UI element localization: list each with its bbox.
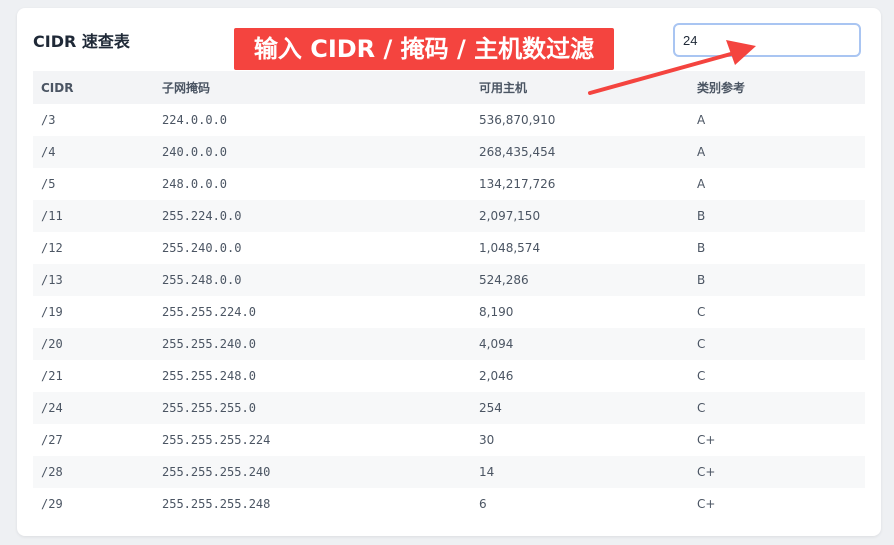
cell-class: A (689, 136, 865, 168)
cell-hosts: 254 (471, 392, 689, 424)
table-row: /21 255.255.248.0 2,046 C (33, 360, 865, 392)
cell-cidr: /5 (41, 177, 56, 191)
cell-hosts: 268,435,454 (471, 136, 689, 168)
header-class: 类别参考 (689, 71, 865, 104)
header-mask: 子网掩码 (154, 71, 471, 104)
cell-class: C+ (697, 433, 716, 447)
table-row: /3 224.0.0.0 536,870,910 A (33, 104, 865, 136)
cell-mask: 255.248.0.0 (154, 264, 471, 296)
table-row: /12 255.240.0.0 1,048,574 B (33, 232, 865, 264)
page-title: CIDR 速查表 (33, 32, 130, 51)
cell-cidr: /4 (33, 136, 154, 168)
table-row: /28 255.255.255.240 14 C+ (33, 456, 865, 488)
cidr-table: CIDR 子网掩码 可用主机 类别参考 /3 224.0.0.0 536,870,9… (33, 71, 865, 520)
cell-class: C (689, 328, 865, 360)
table-row: /4 240.0.0.0 268,435,454 A (33, 136, 865, 168)
cell-cidr: /29 (41, 497, 63, 511)
cell-cidr: /24 (33, 392, 154, 424)
cell-mask: 255.255.255.0 (154, 392, 471, 424)
cell-mask: 255.255.255.248 (162, 497, 271, 511)
cell-mask: 255.255.255.240 (154, 456, 471, 488)
table-body: /3 224.0.0.0 536,870,910 A/4 240.0.0.0 268,43… (33, 104, 865, 520)
cell-hosts: 14 (471, 456, 689, 488)
cell-cidr: /20 (33, 328, 154, 360)
cell-cidr: /21 (41, 369, 63, 383)
cell-class: B (697, 241, 706, 255)
cell-mask: 240.0.0.0 (154, 136, 471, 168)
cell-hosts: 30 (479, 433, 495, 447)
cell-mask: 255.255.255.224 (162, 433, 271, 447)
cell-class: A (697, 177, 706, 191)
cell-cidr: /12 (41, 241, 63, 255)
table-header-row: CIDR 子网掩码 可用主机 类别参考 (33, 71, 865, 104)
cell-class: B (689, 264, 865, 296)
cell-class: C+ (689, 456, 865, 488)
cell-hosts: 2,097,150 (471, 200, 689, 232)
cell-mask: 255.255.248.0 (162, 369, 256, 383)
cell-hosts: 134,217,726 (479, 177, 556, 191)
cell-class: C+ (697, 497, 716, 511)
header-cidr: CIDR (33, 71, 154, 104)
cell-hosts: 8,190 (479, 305, 514, 319)
cell-hosts: 1,048,574 (479, 241, 541, 255)
table-row: /19 255.255.224.0 8,190 C (33, 296, 865, 328)
cell-mask: 255.224.0.0 (154, 200, 471, 232)
cell-hosts: 6 (479, 497, 487, 511)
cell-mask: 255.255.240.0 (154, 328, 471, 360)
table-row: /11 255.224.0.0 2,097,150 B (33, 200, 865, 232)
cell-cidr: /28 (33, 456, 154, 488)
cell-class: A (697, 113, 706, 127)
cell-class: B (689, 200, 865, 232)
table-row: /5 248.0.0.0 134,217,726 A (33, 168, 865, 200)
cell-hosts: 2,046 (479, 369, 514, 383)
cell-class: C (689, 392, 865, 424)
table-row: /13 255.248.0.0 524,286 B (33, 264, 865, 296)
header-hosts: 可用主机 (471, 71, 689, 104)
cell-mask: 224.0.0.0 (162, 113, 228, 127)
cell-cidr: /27 (41, 433, 63, 447)
cell-cidr: /13 (33, 264, 154, 296)
cell-mask: 255.255.224.0 (162, 305, 256, 319)
table-row: /24 255.255.255.0 254 C (33, 392, 865, 424)
cell-cidr: /11 (33, 200, 154, 232)
filter-input[interactable] (673, 23, 861, 57)
cell-mask: 255.240.0.0 (162, 241, 242, 255)
cell-cidr: /19 (41, 305, 63, 319)
table-row: /20 255.255.240.0 4,094 C (33, 328, 865, 360)
cell-mask: 248.0.0.0 (162, 177, 228, 191)
cell-hosts: 524,286 (471, 264, 689, 296)
cell-cidr: /3 (41, 113, 56, 127)
table-row: /27 255.255.255.224 30 C+ (33, 424, 865, 456)
cell-class: C (697, 369, 706, 383)
table-row: /29 255.255.255.248 6 C+ (33, 488, 865, 520)
cell-hosts: 536,870,910 (479, 113, 556, 127)
cidr-card: CIDR 速查表 CIDR 子网掩码 可用主机 类别参考 /3 224.0.0.0… (17, 8, 881, 536)
cell-hosts: 4,094 (471, 328, 689, 360)
annotation-label: 输入 CIDR / 掩码 / 主机数过滤 (234, 28, 614, 70)
cell-class: C (697, 305, 706, 319)
